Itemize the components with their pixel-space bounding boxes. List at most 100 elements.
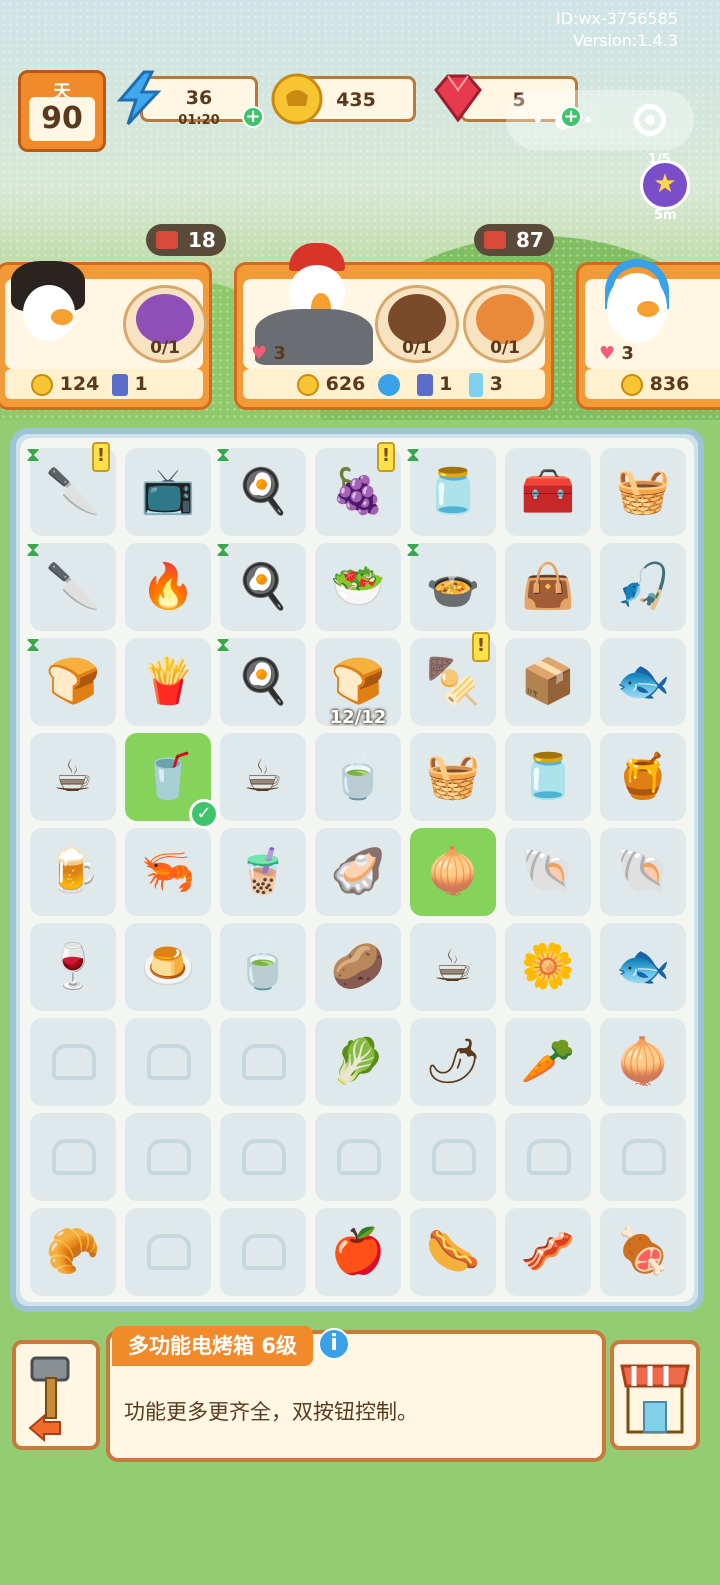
coin-icon — [31, 373, 53, 396]
coffee-beans-icon: ☕ — [433, 940, 473, 992]
lightning-icon — [116, 70, 162, 126]
board-cell-honey-jar[interactable]: 🍯 — [600, 733, 686, 821]
add-gems-button[interactable]: + — [560, 106, 582, 128]
board-cell-empty[interactable] — [220, 1018, 306, 1106]
board-cell-wine[interactable]: 🍷 — [30, 923, 116, 1011]
board-cell-onion[interactable]: 🧅 — [410, 828, 496, 916]
board-cell-apple[interactable]: 🍎 — [315, 1208, 401, 1296]
chef-hat-icon — [432, 1139, 476, 1175]
board-cell-bacon[interactable]: 🥓 — [505, 1208, 591, 1296]
reward-extra: 3 — [489, 373, 503, 395]
board-cell-produce-crates[interactable]: 📦 — [505, 638, 591, 726]
hourglass-icon: ⧗ — [216, 537, 231, 561]
hammer-icon — [28, 1356, 70, 1443]
board-cell-sausage[interactable]: 🌭 — [410, 1208, 496, 1296]
board-cell-basket[interactable]: 🧺 — [410, 733, 496, 821]
board-cell-tea-bag[interactable]: 🍵 — [220, 923, 306, 1011]
board-cell-empty[interactable] — [220, 1208, 306, 1296]
star-icon: ★ — [653, 169, 677, 199]
board-cell-flower[interactable]: 🌼 — [505, 923, 591, 1011]
board-cell-knife-station[interactable]: 🔪 ⧗ — [26, 537, 116, 631]
board-cell-green-stove[interactable]: 🍳 ⧗ — [216, 632, 306, 726]
board-cell-empty[interactable] — [315, 1113, 401, 1201]
chef-hat-icon — [147, 1044, 191, 1080]
board-cell-grill[interactable]: 🍢! — [410, 632, 496, 726]
board-cell-coffee-cup[interactable]: ☕ — [30, 733, 116, 821]
board-cell-empty[interactable] — [505, 1113, 591, 1201]
board-cell-iced-coffee[interactable]: 🧋 — [220, 828, 306, 916]
board-cell-fruit-bowl[interactable]: 🍇! — [315, 442, 401, 536]
close-capsule-icon[interactable] — [634, 104, 666, 136]
board-cell-red-pot[interactable]: 🍲 ⧗ — [406, 537, 496, 631]
drink-icon — [469, 372, 484, 397]
board-cell-clam[interactable]: 🐚 — [505, 828, 591, 916]
board-cell-takeaway-cup[interactable]: 🥤 ✓ — [125, 733, 219, 829]
board-cell-blue-oven[interactable]: 🔥 — [125, 543, 211, 631]
board-cell-green-stove[interactable]: 🍳 ⧗ — [216, 442, 306, 536]
customer-card[interactable]: 0/1 124 1 — [0, 261, 212, 410]
heart-count: ♥ 3 — [599, 343, 634, 364]
oyster-icon: 🦪 — [330, 846, 386, 897]
board-cell-green-stove[interactable]: 🍳 ⧗ — [216, 537, 306, 631]
board-cell-toaster[interactable]: 🍞 12/12 — [315, 638, 401, 728]
clam-icon: 🐚 — [520, 846, 576, 897]
order-dish[interactable]: 0/1 — [463, 285, 547, 363]
board-cell-shell[interactable]: 🐚 — [600, 828, 686, 916]
board-cell-empty[interactable] — [410, 1113, 496, 1201]
customer-card[interactable]: ♥ 3 836 — [576, 259, 720, 410]
board-cell-purple-onion[interactable]: 🧅 — [600, 1018, 686, 1106]
board-cell-tea-glass[interactable]: 🍵 — [315, 733, 401, 821]
wine-icon: 🍷 — [45, 941, 101, 992]
lettuce-icon: 🥬 — [330, 1036, 386, 1087]
board-cell-lettuce[interactable]: 🥬 — [315, 1018, 401, 1106]
board-cell-oyster[interactable]: 🦪 — [315, 828, 401, 916]
heart-icon: ♥ — [599, 343, 616, 364]
add-energy-button[interactable]: + — [242, 106, 264, 128]
purple-onion-icon: 🧅 — [615, 1036, 671, 1087]
board-cell-empty[interactable] — [125, 1018, 211, 1106]
board-cell-veggie-bowl[interactable]: 🥗 — [315, 543, 401, 631]
board-cell-empty[interactable] — [30, 1018, 116, 1106]
fish-icon: 🐟 — [615, 941, 671, 992]
shop-icon — [620, 1364, 690, 1434]
board-cell-bag[interactable]: 👜 — [505, 543, 591, 631]
board-cell-empty[interactable] — [30, 1113, 116, 1201]
board-cell-cutting-board-station[interactable]: 🔪 ⧗! — [26, 442, 116, 536]
board-cell-fishing-rod[interactable]: 🎣 — [600, 543, 686, 631]
board-cell-fryer[interactable]: 🍟 — [125, 638, 211, 726]
board-cell-lunchbox[interactable]: 🧰 — [505, 448, 591, 536]
board-cell-jam-jar[interactable]: 🫙 — [505, 733, 591, 821]
board-cell-potato[interactable]: 🥔 — [315, 923, 401, 1011]
event-star-button[interactable]: ★ — [640, 160, 690, 210]
shop-button[interactable] — [610, 1340, 700, 1450]
board-cell-carrot[interactable]: 🥕 — [505, 1018, 591, 1106]
board-cell-fish-toy[interactable]: 🐟 — [600, 638, 686, 726]
alert-icon: ! — [472, 632, 490, 662]
board-cell-shrimp[interactable]: 🦐 — [125, 828, 211, 916]
board-cell-beer[interactable]: 🍺 — [30, 828, 116, 916]
board-cell-empty[interactable] — [125, 1113, 211, 1201]
order-dish[interactable]: 0/1 — [123, 285, 207, 363]
board-cell-water-dispenser[interactable]: 🫙 ⧗ — [406, 442, 496, 536]
board-cell-ham[interactable]: 🍖 — [600, 1208, 686, 1296]
board-cell-empty[interactable] — [600, 1113, 686, 1201]
account-id: ID:wx-3756585 — [555, 9, 678, 28]
sell-tool-button[interactable] — [12, 1340, 100, 1450]
order-dish[interactable]: 0/1 — [375, 285, 459, 363]
info-button[interactable]: i — [318, 1328, 350, 1360]
board-cell-empty[interactable] — [125, 1208, 211, 1296]
board-cell-pink-oven[interactable]: 🍞 ⧗ — [26, 632, 116, 726]
board-cell-fish[interactable]: 🐟 — [600, 923, 686, 1011]
board-cell-tea-cup[interactable]: ☕ — [220, 733, 306, 821]
bonus-icon — [377, 373, 400, 396]
customer-card[interactable]: ♥ 3 0/1 0/1 626 1 3 — [234, 243, 554, 410]
board-cell-empty[interactable] — [220, 1113, 306, 1201]
order-count: 0/1 — [490, 338, 520, 358]
board-cell-fishing-basket[interactable]: 🧺 — [600, 448, 686, 536]
board-cell-pudding[interactable]: 🍮 — [125, 923, 211, 1011]
heart-count: ♥ 3 — [251, 343, 286, 364]
board-cell-chili[interactable]: 🌶 — [410, 1018, 496, 1106]
board-cell-microwave[interactable]: 📺 — [125, 448, 211, 536]
board-cell-display-case[interactable]: 🥐 — [30, 1208, 116, 1296]
board-cell-coffee-beans[interactable]: ☕ — [410, 923, 496, 1011]
